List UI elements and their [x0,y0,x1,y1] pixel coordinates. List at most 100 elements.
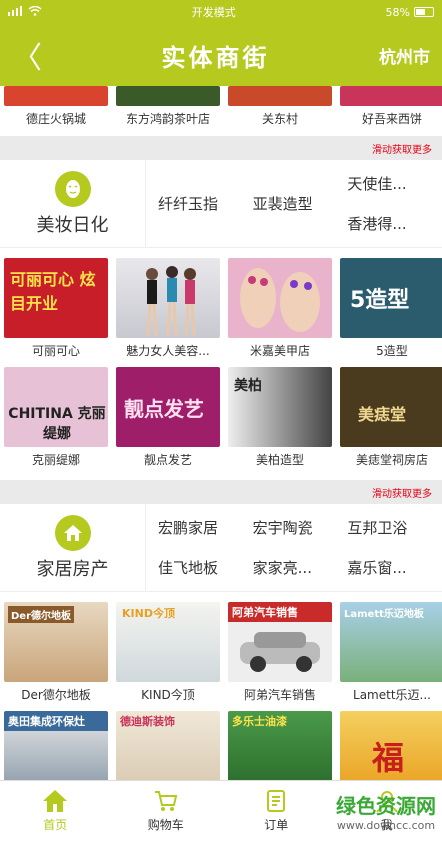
status-center: 开发模式 [191,6,236,19]
shop-caption: 克丽缇娜 [31,453,80,467]
shop-caption: Der德尔地板 [21,688,91,702]
shop-thumb: 靓点发艺 [116,367,220,447]
shop-tile[interactable]: 可丽可心 炫目开业 可丽可心 [4,258,108,359]
shop-tile[interactable]: KIND今顶 KIND今顶 [116,602,220,703]
more-bar[interactable]: 滑动获取更多 [0,480,442,504]
category-name: 家居房产 [36,558,109,580]
tab-cart[interactable]: 购物车 [111,781,222,841]
sub-link[interactable]: 互邦卫浴 [341,517,436,538]
shop-thumb: 美柏 [228,367,332,447]
content-scroll[interactable]: 德庄火锅城 东方鸿韵茶叶店 关东村 好吾来西饼 滑动获取更多 美妆日化 纤纤玉指… [0,86,442,780]
wifi-icon [28,5,42,19]
ad-text: 奥田集成环保灶 [4,711,108,731]
shop-caption: 魅力女人美容... [126,344,210,358]
shop-tile[interactable]: Der德尔地板 Der德尔地板 [4,602,108,703]
category-home: 家居房产 宏鹏家居 宏宇陶瓷 互邦卫浴 佳飞地板 家家亮... 嘉乐窗... [0,504,442,592]
order-icon [267,790,286,812]
shop-tile[interactable]: CHITINA 克丽缇娜 克丽缇娜 [4,367,108,468]
shop-tile[interactable]: 奥田集成环保灶 [4,711,108,780]
shop-thumb [340,86,442,106]
shop-tile[interactable]: Lamett乐迈地板 Lamett乐迈... [340,602,442,703]
status-bar: 开发模式 58% [0,0,442,24]
tab-orders[interactable]: 订单 [221,781,332,841]
category-head[interactable]: 美妆日化 [0,160,146,247]
tab-label: 首页 [43,818,68,832]
shop-caption: 美痣堂祠房店 [355,453,428,467]
tile-row: CHITINA 克丽缇娜 克丽缇娜 靓点发艺 靓点发艺 美柏 美柏造型 美痣堂 [0,367,442,468]
shop-thumb: 福 [340,711,442,780]
partial-row: 德庄火锅城 东方鸿韵茶叶店 关东村 好吾来西饼 [0,86,442,127]
sub-link[interactable]: 香港得... [341,213,436,234]
city-selector[interactable]: 杭州市 [379,43,430,68]
shop-thumb: 美痣堂 [340,367,442,447]
shop-thumb: Lamett乐迈地板 [340,602,442,682]
sub-link[interactable]: 纤纤玉指 [152,193,247,214]
sub-link[interactable]: 亚裴造型 [247,193,342,214]
sub-link[interactable]: 嘉乐窗... [341,557,436,578]
ad-text: Der德尔地板 [8,606,75,623]
more-bar[interactable]: 滑动获取更多 [0,136,442,160]
category-beauty: 美妆日化 纤纤玉指 亚裴造型 天使佳... 香港得... [0,160,442,248]
shop-thumb: KIND今顶 [116,602,220,682]
shop-tile[interactable]: 关东村 [228,86,332,127]
watermark-title: 绿色资源网 [336,794,436,818]
shop-caption: 可丽可心 [31,344,80,358]
shop-caption: 靓点发艺 [143,453,192,467]
ad-text: 阿弟汽车销售 [228,602,332,622]
ad-text: 美柏 [234,378,262,394]
home-grid: Der德尔地板 Der德尔地板 KIND今顶 KIND今顶 阿弟汽车销售 阿弟汽… [0,592,442,780]
tab-home[interactable]: 首页 [0,781,111,841]
tile-row: Der德尔地板 Der德尔地板 KIND今顶 KIND今顶 阿弟汽车销售 阿弟汽… [0,602,442,703]
shop-tile[interactable]: 魅力女人美容... [116,258,220,359]
watermark: 绿色资源网 www.downcc.com [336,790,436,832]
sub-link[interactable]: 家家亮... [247,557,342,578]
shop-tile[interactable]: 德迪斯装饰 [116,711,220,780]
status-right: 58% [386,6,434,19]
shop-thumb: 奥田集成环保灶 [4,711,108,780]
ad-text: 5造型 [350,288,410,313]
shop-thumb: Der德尔地板 [4,602,108,682]
shop-tile[interactable]: 米嘉美甲店 [228,258,332,359]
shop-thumb: CHITINA 克丽缇娜 [4,367,108,447]
shop-tile[interactable]: 美柏 美柏造型 [228,367,332,468]
shop-tile[interactable]: 福 [340,711,442,780]
shop-tile[interactable]: 德庄火锅城 [4,86,108,127]
tab-label: 订单 [264,818,289,832]
shop-tile[interactable]: 好吾来西饼 [340,86,442,127]
house-icon [54,514,91,551]
sub-link[interactable]: 佳飞地板 [152,557,247,578]
shop-caption: 东方鸿韵茶叶店 [125,112,210,126]
shop-caption: 阿弟汽车销售 [243,688,316,702]
category-head[interactable]: 家居房产 [0,504,146,591]
shop-thumb [116,86,220,106]
category-name: 美妆日化 [36,214,109,236]
shop-tile[interactable]: 5造型 5造型 [340,258,442,359]
shop-thumb [4,86,108,106]
shop-caption: 德庄火锅城 [25,112,86,126]
sub-link[interactable]: 天使佳... [341,173,436,194]
ad-text: 可丽可心 炫目开业 [10,270,96,313]
shop-tile[interactable]: 多乐士油漆 [228,711,332,780]
shop-tile[interactable]: 美痣堂 美痣堂祠房店 [340,367,442,468]
shop-thumb: 5造型 [340,258,442,338]
shop-thumb: 阿弟汽车销售 [228,602,332,682]
tile-row: 可丽可心 炫目开业 可丽可心 魅力女人美容... 米嘉美甲店 5造型 5造型 [0,258,442,359]
category-subs: 纤纤玉指 亚裴造型 天使佳... 香港得... [146,160,442,247]
shop-tile[interactable]: 阿弟汽车销售 阿弟汽车销售 [228,602,332,703]
shop-thumb [228,258,332,338]
shop-caption: 关东村 [261,112,298,126]
back-button[interactable]: 〈 [12,33,52,77]
face-icon [54,170,91,207]
shop-caption: Lamett乐迈... [353,688,431,702]
sub-link[interactable]: 宏鹏家居 [152,517,247,538]
title-bar: 〈 实体商街 杭州市 [0,24,442,86]
shop-tile[interactable]: 东方鸿韵茶叶店 [116,86,220,127]
cart-icon [154,791,177,811]
category-subs: 宏鹏家居 宏宇陶瓷 互邦卫浴 佳飞地板 家家亮... 嘉乐窗... [146,504,442,591]
ad-text: 德迪斯装饰 [120,715,175,728]
shop-thumb: 德迪斯装饰 [116,711,220,780]
shop-tile[interactable]: 靓点发艺 靓点发艺 [116,367,220,468]
sub-link[interactable]: 宏宇陶瓷 [247,517,342,538]
shop-thumb: 多乐士油漆 [228,711,332,780]
shop-caption: KIND今顶 [141,688,195,702]
